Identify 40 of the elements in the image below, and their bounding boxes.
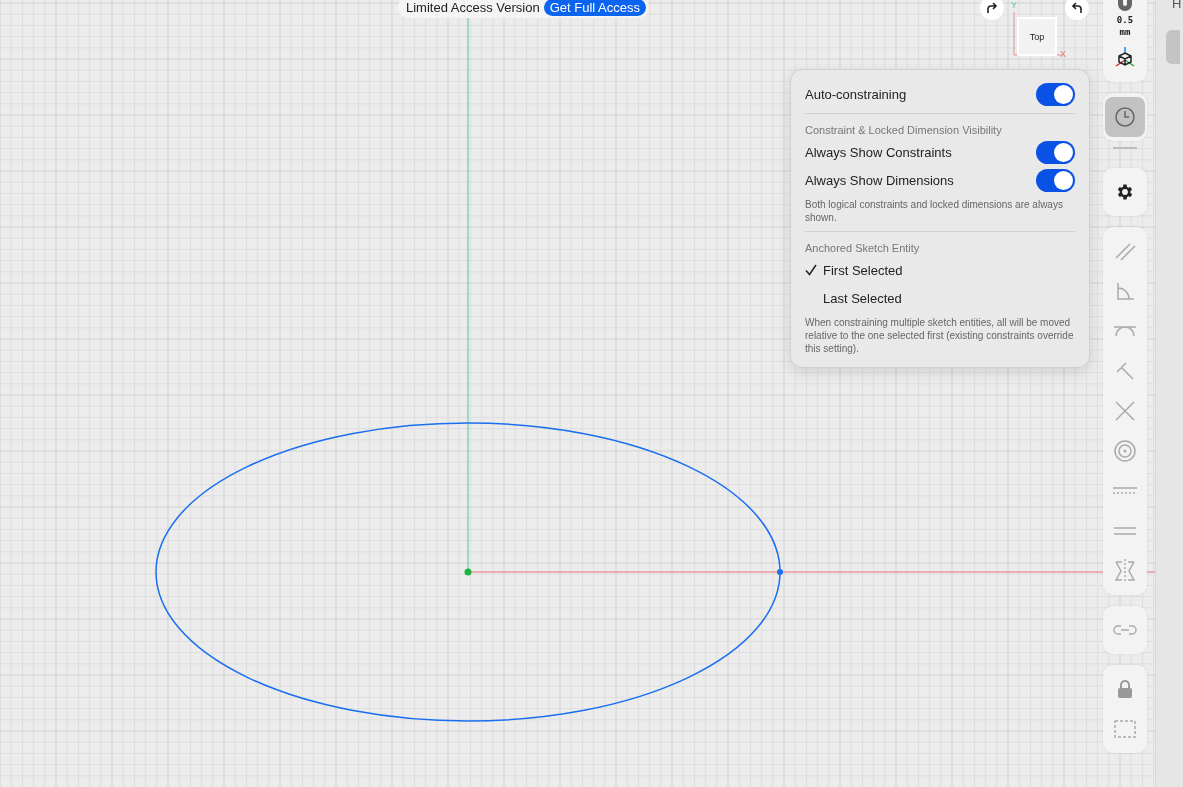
perpendicular-icon — [1114, 360, 1136, 382]
x-axis-label: X — [1060, 49, 1066, 59]
help-text: When constraining multiple sketch entities, all will be moved relative to the one selected first (existing constraints override this setting). — [805, 316, 1075, 355]
y-axis-label: Y — [1011, 0, 1017, 10]
equal-lines-icon — [1113, 526, 1137, 536]
clock-icon — [1114, 106, 1136, 128]
view-cube[interactable]: Top — [1017, 17, 1057, 56]
toggle-label: Always Show Constraints — [805, 144, 952, 160]
menu-option[interactable]: Last Selected — [823, 290, 902, 306]
link-icon — [1113, 624, 1137, 636]
toggle-switch[interactable] — [1036, 168, 1075, 192]
settings-icon — [1115, 182, 1135, 202]
parallel-lines-icon — [1114, 240, 1136, 262]
section-heading: Constraint & Locked Dimension Visibility — [805, 124, 1003, 136]
ellipse-point[interactable] — [777, 569, 783, 575]
help-text: Both logical constraints and locked dimensions are always shown. — [805, 198, 1064, 224]
magnet-icon — [1115, 0, 1135, 14]
grid-scale-text[interactable]: 0.5 mm — [1116, 14, 1134, 38]
dashed-line-icon — [1113, 486, 1137, 496]
symmetry-icon — [1114, 559, 1136, 583]
banner-text: Limited Access Version — [406, 0, 540, 15]
get-access-button[interactable]: Get Full Access — [543, 0, 646, 16]
angle-icon — [1114, 280, 1136, 302]
undo-icon — [1071, 2, 1083, 14]
intersection-icon — [1114, 400, 1136, 422]
concentric-circles-icon — [1114, 440, 1136, 462]
thumbnail-tab[interactable] — [1166, 30, 1180, 64]
lock-icon — [1117, 680, 1133, 698]
toggle-label: Always Show Dimensions — [805, 172, 954, 188]
toggle-switch[interactable] — [1036, 140, 1075, 164]
menu-option[interactable]: First Selected — [823, 262, 903, 278]
undo-button[interactable] — [1065, 0, 1089, 20]
toggle-label: Auto-constraining — [805, 86, 907, 102]
redo-button[interactable] — [980, 0, 1004, 20]
origin-point[interactable] — [464, 568, 472, 576]
redo-icon — [986, 2, 998, 14]
dashed-rectangle-icon — [1113, 719, 1137, 739]
section-heading: Anchored Sketch Entity — [805, 242, 921, 254]
toggle-switch[interactable] — [1036, 82, 1075, 106]
axes-cube-icon — [1113, 46, 1137, 70]
